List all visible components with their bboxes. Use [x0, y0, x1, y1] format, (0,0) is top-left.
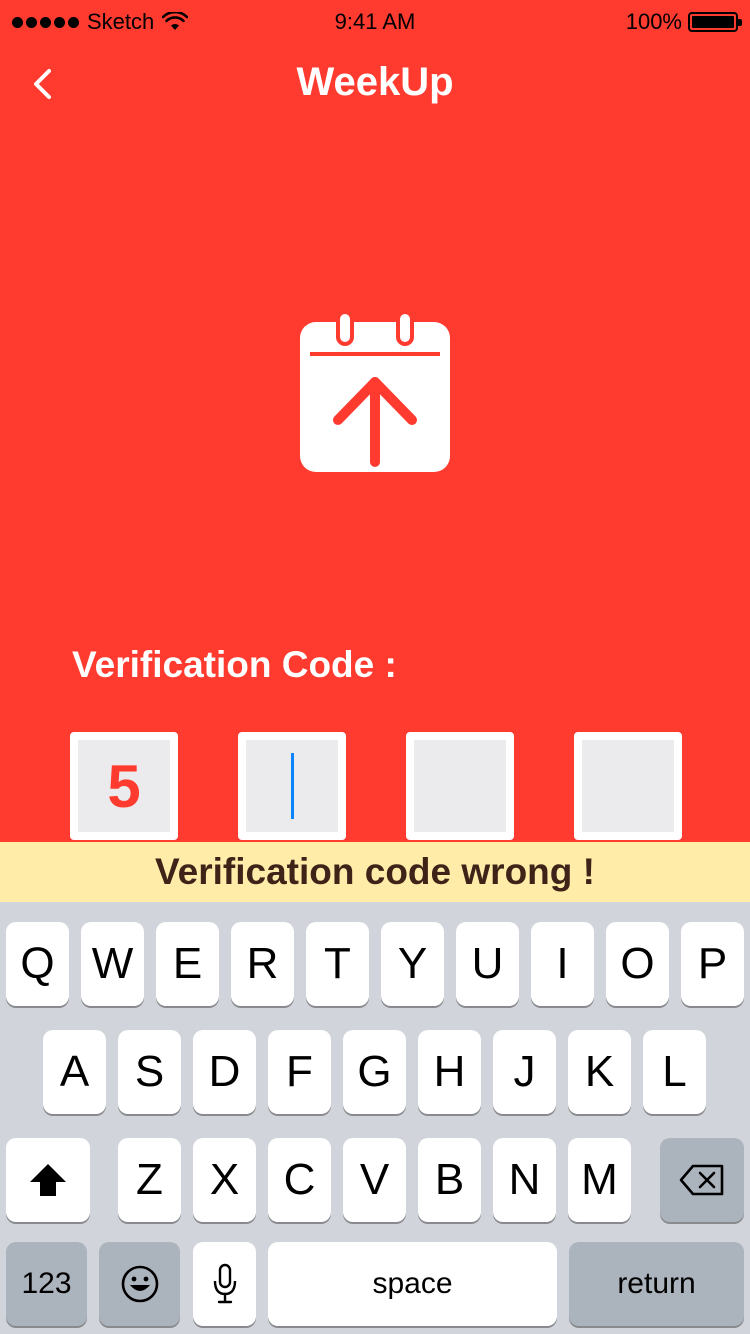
code-digit-3-value: [414, 740, 506, 832]
key-d[interactable]: D: [193, 1030, 256, 1114]
key-n[interactable]: N: [493, 1138, 556, 1222]
navigation-bar: WeekUp: [0, 42, 750, 128]
calendar-upload-icon: [300, 312, 450, 472]
key-v[interactable]: V: [343, 1138, 406, 1222]
status-bar: Sketch 9:41 AM 100%: [0, 0, 750, 42]
key-r[interactable]: R: [231, 922, 294, 1006]
space-key[interactable]: space: [268, 1242, 557, 1326]
key-z[interactable]: Z: [118, 1138, 181, 1222]
key-l[interactable]: L: [643, 1030, 706, 1114]
key-c[interactable]: C: [268, 1138, 331, 1222]
battery-fill: [692, 16, 734, 28]
key-e[interactable]: E: [156, 922, 219, 1006]
shift-arrow-icon: [30, 1164, 66, 1196]
key-f[interactable]: F: [268, 1030, 331, 1114]
shift-key[interactable]: [6, 1138, 90, 1222]
key-i[interactable]: I: [531, 922, 594, 1006]
key-s[interactable]: S: [118, 1030, 181, 1114]
key-g[interactable]: G: [343, 1030, 406, 1114]
key-a[interactable]: A: [43, 1030, 106, 1114]
code-digit-2[interactable]: [238, 732, 346, 840]
key-u[interactable]: U: [456, 922, 519, 1006]
key-j[interactable]: J: [493, 1030, 556, 1114]
verification-label: Verification Code :: [72, 644, 397, 685]
code-digit-3[interactable]: [406, 732, 514, 840]
code-digit-4[interactable]: [574, 732, 682, 840]
code-digit-2-value: [246, 740, 338, 832]
battery-percent: 100%: [625, 9, 682, 34]
microphone-icon: [213, 1263, 236, 1304]
key-o[interactable]: O: [606, 922, 669, 1006]
backspace-icon: [679, 1164, 724, 1196]
key-m[interactable]: M: [568, 1138, 631, 1222]
key-p[interactable]: P: [681, 922, 744, 1006]
key-y[interactable]: Y: [381, 922, 444, 1006]
key-t[interactable]: T: [306, 922, 369, 1006]
emoji-key[interactable]: [99, 1242, 180, 1326]
code-digit-1-value: 5: [78, 740, 170, 832]
key-x[interactable]: X: [193, 1138, 256, 1222]
microphone-key[interactable]: [193, 1242, 256, 1326]
key-w[interactable]: W: [81, 922, 144, 1006]
backspace-key[interactable]: [660, 1138, 744, 1222]
return-key[interactable]: return: [569, 1242, 744, 1326]
key-k[interactable]: K: [568, 1030, 631, 1114]
code-digit-4-value: [582, 740, 674, 832]
battery-icon: [688, 12, 742, 32]
emoji-icon: [121, 1265, 158, 1303]
page-title: WeekUp: [296, 60, 454, 104]
key-h[interactable]: H: [418, 1030, 481, 1114]
text-cursor: [290, 753, 294, 819]
numbers-key[interactable]: 123: [6, 1242, 87, 1326]
verification-code-input: 5: [70, 732, 682, 840]
error-banner: Verification code wrong !: [0, 842, 750, 902]
status-right: 100%: [625, 9, 742, 35]
keyboard: Q W E R T Y U I O P A S D F G H J K L Z …: [0, 902, 750, 1334]
key-b[interactable]: B: [418, 1138, 481, 1222]
code-digit-1[interactable]: 5: [70, 732, 178, 840]
key-q[interactable]: Q: [6, 922, 69, 1006]
